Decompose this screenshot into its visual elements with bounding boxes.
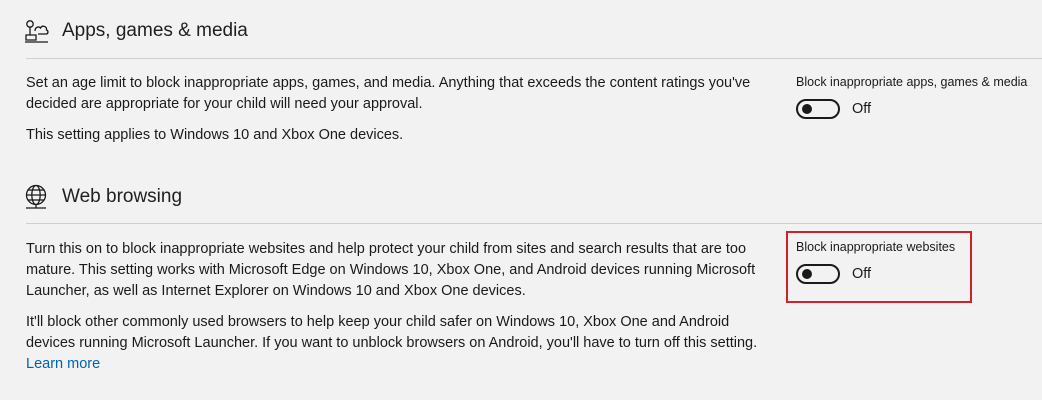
- section-description: Set an age limit to block inappropriate …: [26, 73, 766, 156]
- block-apps-toggle[interactable]: [796, 99, 840, 119]
- learn-more-link[interactable]: Learn more: [26, 356, 100, 372]
- web-section-header: Web browsing: [0, 166, 1042, 214]
- globe-icon: [24, 184, 50, 210]
- section-title: Web browsing: [62, 186, 183, 207]
- description-text: It'll block other commonly used browsers…: [26, 314, 758, 351]
- description-paragraph: This setting applies to Windows 10 and X…: [26, 127, 404, 143]
- section-divider: [26, 223, 1042, 224]
- section-description: Turn this on to block inappropriate webs…: [26, 239, 766, 385]
- apps-toggle-control: Block inappropriate apps, games & media …: [796, 75, 1027, 119]
- toggle-row: Off: [796, 99, 1027, 119]
- toggle-state: Off: [852, 101, 872, 117]
- apps-games-icon: [24, 18, 50, 44]
- description-paragraph: It'll block other commonly used browsers…: [26, 312, 766, 375]
- highlight-box: [786, 231, 972, 303]
- section-divider: [26, 58, 1042, 59]
- description-paragraph: Turn this on to block inappropriate webs…: [26, 241, 756, 299]
- apps-section-header: Apps, games & media: [0, 0, 1042, 48]
- section-title: Apps, games & media: [62, 20, 248, 41]
- description-paragraph: Set an age limit to block inappropriate …: [26, 75, 751, 112]
- toggle-knob: [802, 104, 812, 114]
- toggle-label: Block inappropriate apps, games & media: [796, 75, 1028, 89]
